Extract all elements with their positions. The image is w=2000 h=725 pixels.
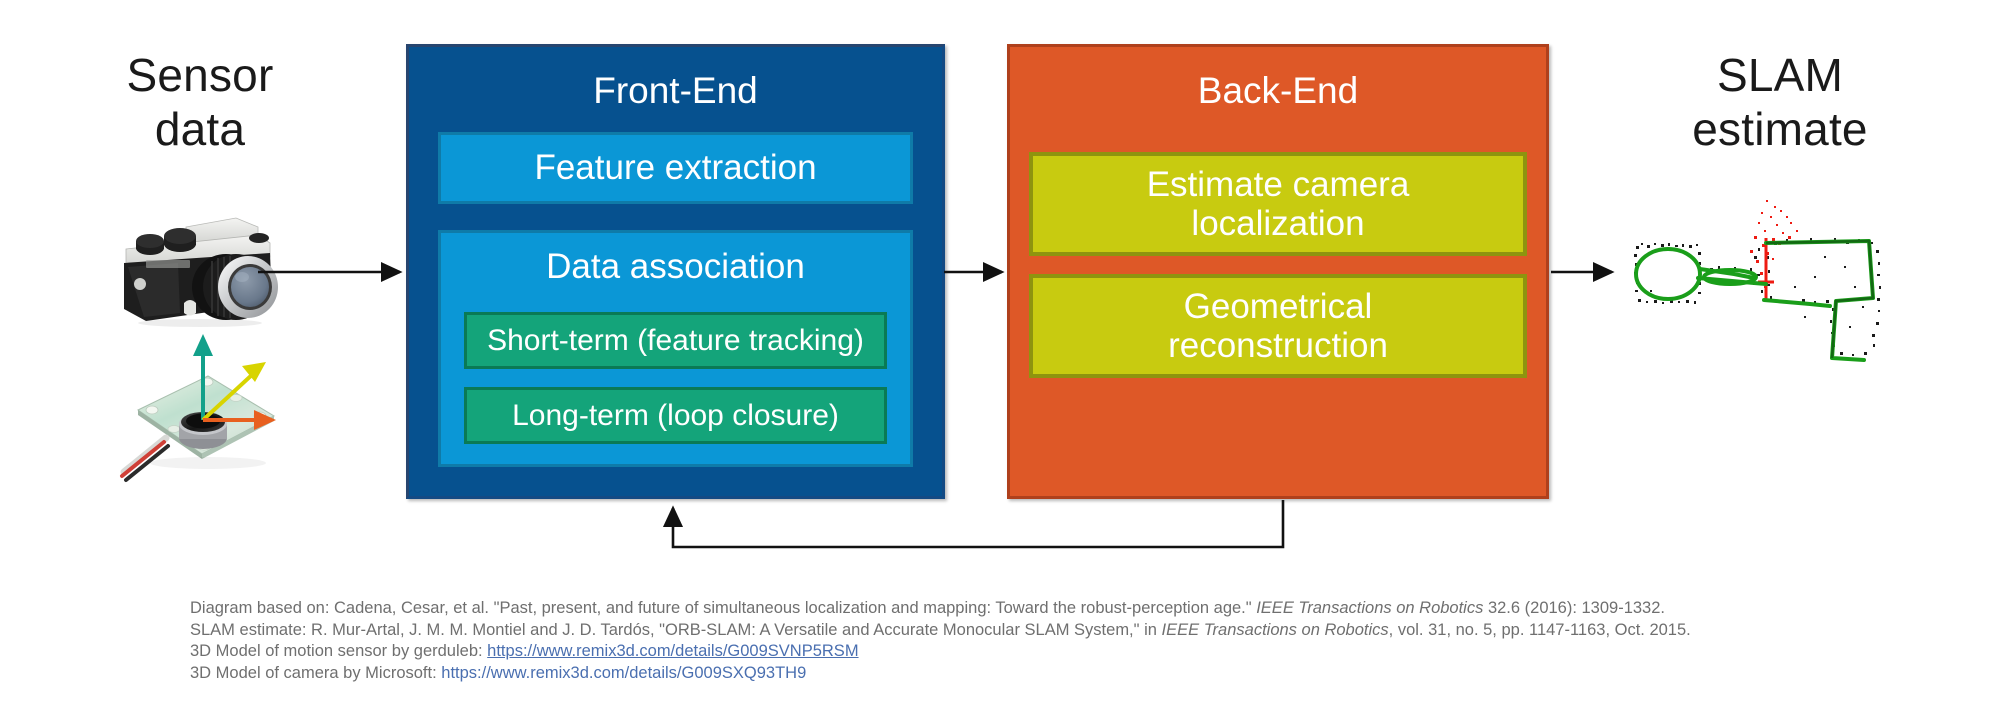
diagram-canvas: Sensor data Front-End Feature extraction… (0, 0, 2000, 725)
camera-3d-model-icon (108, 205, 288, 327)
slam-estimate-label-line1: SLAM (1716, 49, 1844, 101)
footnote-1-prefix: Diagram based on: Cadena, Cesar, et al. … (190, 599, 1257, 617)
box-geometrical-reconstruction-line2: reconstruction (1168, 326, 1388, 365)
stage-back-end[interactable]: Back-End Estimate camera localization Ge… (1007, 44, 1549, 499)
slam-point-cloud-map-icon (1614, 186, 1914, 366)
slam-estimate-label-line2: estimate (1692, 103, 1868, 156)
footnote-2-prefix: SLAM estimate: R. Mur-Artal, J. M. M. Mo… (190, 620, 1162, 639)
motion-sensor-3d-model-icon (108, 330, 298, 490)
stage-back-end-title: Back-End (1197, 70, 1359, 111)
box-long-term-title: Long-term (loop closure) (512, 398, 839, 432)
box-estimate-camera-localization-line2: localization (1191, 204, 1365, 243)
box-short-term[interactable]: Short-term (feature tracking) (464, 312, 887, 369)
slam-estimate-label: SLAM estimate (1635, 48, 1925, 157)
box-feature-extraction-title: Feature extraction (534, 148, 817, 188)
stage-front-end-title: Front-End (593, 70, 758, 111)
footnote-2-italic: IEEE Transactions on Robotics (1161, 620, 1389, 639)
box-geometrical-reconstruction-line1: Geometrical (1183, 286, 1373, 326)
footnote-line-4: 3D Model of camera by Microsoft: https:/… (190, 663, 1950, 685)
box-data-association-title: Data association (546, 247, 805, 286)
footnote-1-suffix: 32.6 (2016): 1309-1332. (1483, 599, 1665, 617)
motion-sensor-model-link[interactable]: https://www.remix3d.com/details/G009SVNP… (487, 642, 858, 660)
footnote-line-3: 3D Model of motion sensor by gerduleb: h… (190, 641, 1950, 663)
footnote-2-suffix: , vol. 31, no. 5, pp. 1147-1163, Oct. 20… (1388, 620, 1691, 639)
box-feature-extraction[interactable]: Feature extraction (438, 132, 913, 204)
footnote-1-italic: IEEE Transactions on Robotics (1256, 599, 1484, 617)
stage-front-end[interactable]: Front-End Feature extraction Data associ… (406, 44, 945, 499)
arrow-backend-feedback-to-frontend (662, 500, 1285, 549)
box-estimate-camera-localization-line1: Estimate camera (1146, 164, 1410, 204)
footnote-line-2: SLAM estimate: R. Mur-Artal, J. M. M. Mo… (190, 620, 1950, 642)
sensor-data-label: Sensor data (60, 48, 340, 157)
box-data-association[interactable]: Data association Short-term (feature tra… (438, 230, 913, 467)
camera-model-link[interactable]: https://www.remix3d.com/details/G009SXQ9… (441, 664, 806, 682)
box-geometrical-reconstruction[interactable]: Geometrical reconstruction (1029, 274, 1527, 378)
footnote-line-1: Diagram based on: Cadena, Cesar, et al. … (190, 598, 1950, 620)
box-long-term[interactable]: Long-term (loop closure) (464, 387, 887, 444)
box-estimate-camera-localization[interactable]: Estimate camera localization (1029, 152, 1527, 256)
footnotes: Diagram based on: Cadena, Cesar, et al. … (190, 598, 1950, 684)
footnote-3-prefix: 3D Model of motion sensor by gerduleb: (190, 642, 488, 660)
box-short-term-title: Short-term (feature tracking) (487, 323, 864, 357)
sensor-data-label-line2: data (154, 103, 246, 156)
footnote-4-prefix: 3D Model of camera by Microsoft: (190, 663, 442, 682)
sensor-data-label-line1: Sensor (126, 49, 274, 101)
